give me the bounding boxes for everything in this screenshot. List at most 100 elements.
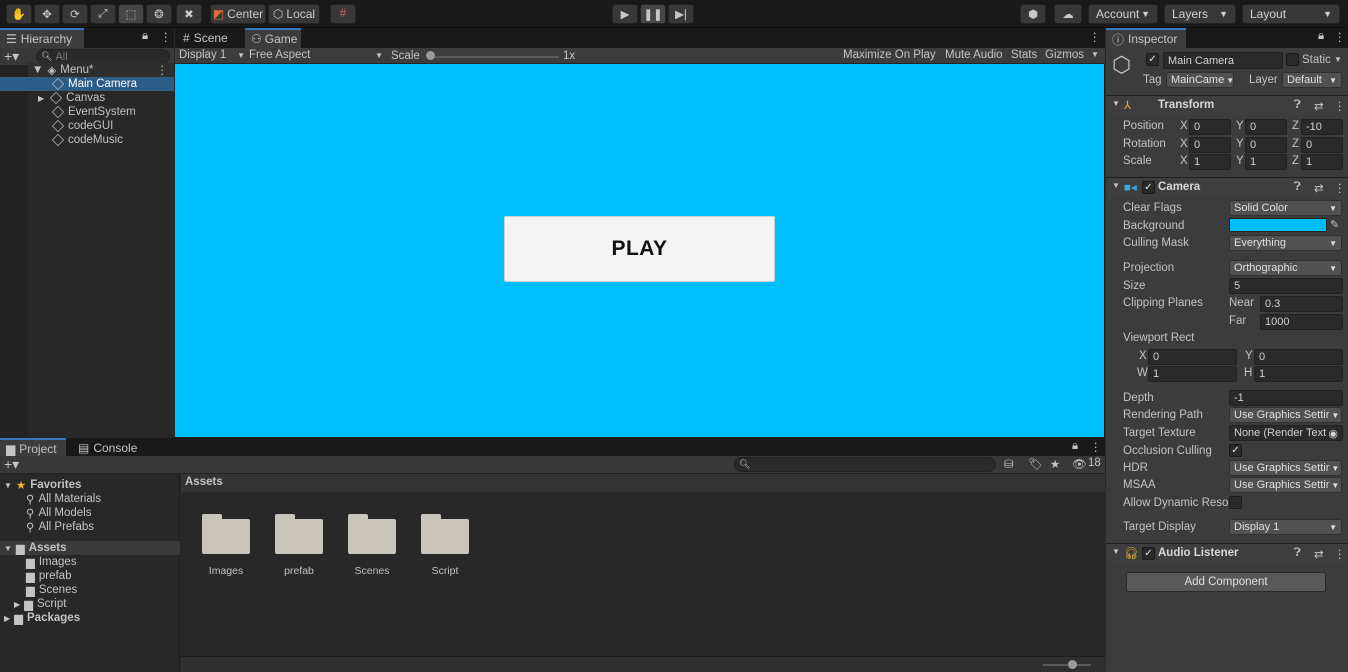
size-field[interactable]: 5	[1229, 278, 1343, 294]
gizmos-toggle[interactable]: Gizmos	[1045, 49, 1084, 61]
more-menu-icon[interactable]: ⋮	[1089, 30, 1101, 44]
help-icon[interactable]: ❓︎	[1294, 99, 1301, 112]
viewport-w-field[interactable]: 1	[1148, 366, 1237, 382]
viewport-x-field[interactable]: 0	[1148, 349, 1237, 365]
aspect-dropdown[interactable]: Free Aspect ▼	[249, 49, 383, 61]
viewport-h-field[interactable]: 1	[1254, 366, 1343, 382]
grid-folder-icon[interactable]	[421, 514, 469, 554]
collapse-arrow-icon[interactable]: ▼	[1112, 181, 1120, 190]
grid-folder-icon[interactable]	[275, 514, 323, 554]
eyedropper-icon[interactable]: ✎	[1330, 218, 1339, 231]
project-search-input[interactable]: 🔍︎	[734, 457, 996, 472]
more-menu-icon[interactable]: ⋮	[1334, 30, 1346, 44]
transform-tool-button[interactable]: ❂	[146, 4, 172, 24]
cloud-button[interactable]: ☁	[1054, 4, 1082, 24]
tab-game[interactable]: ⚇ Game	[245, 28, 301, 48]
help-icon[interactable]: ❓︎	[1294, 181, 1301, 194]
hand-tool-button[interactable]: ✋	[6, 4, 32, 24]
projection-dropdown[interactable]: Orthographic ▼	[1229, 260, 1342, 276]
packages-row[interactable]: ▶ ▆ Packages	[4, 611, 80, 625]
maximize-on-play-toggle[interactable]: Maximize On Play	[843, 49, 936, 61]
more-menu-icon[interactable]: ⋮	[1090, 440, 1102, 454]
more-menu-icon[interactable]: ⋮	[160, 30, 172, 44]
lock-icon[interactable]: 🔒︎	[1072, 440, 1078, 453]
display-dropdown[interactable]: Display 1 ▼	[179, 49, 245, 61]
game-canvas[interactable]: PLAY	[175, 64, 1104, 437]
more-menu-icon[interactable]: ⋮	[1334, 99, 1346, 113]
object-name-field[interactable]: Main Camera	[1163, 52, 1283, 69]
rotate-tool-button[interactable]: ⟳	[62, 4, 88, 24]
camera-enabled-checkbox[interactable]: ✓	[1142, 181, 1155, 194]
hierarchy-item-eventsystem[interactable]: EventSystem	[51, 105, 136, 119]
preset-icon[interactable]: ⇄	[1314, 99, 1324, 113]
scale-slider-handle[interactable]	[426, 51, 435, 60]
hierarchy-item-main-camera[interactable]: Main Camera	[0, 77, 174, 91]
favorites-row[interactable]: ▼ ★ Favorites	[4, 478, 81, 492]
hidden-packages-icon[interactable]: 👁︎	[1072, 457, 1087, 471]
stats-toggle[interactable]: Stats	[1011, 49, 1037, 61]
rotation-z-field[interactable]: 0	[1301, 137, 1343, 153]
asset-folder-item[interactable]: ▆ prefab	[26, 569, 71, 583]
more-menu-icon[interactable]: ⋮	[1334, 181, 1346, 195]
help-icon[interactable]: ❓︎	[1294, 547, 1301, 560]
grid-snap-button[interactable]: #	[330, 4, 356, 24]
icon-size-slider-track[interactable]	[1043, 664, 1091, 666]
far-field[interactable]: 1000	[1260, 314, 1343, 330]
static-checkbox[interactable]	[1286, 53, 1299, 66]
tag-dropdown[interactable]: MainCame ▼	[1166, 72, 1234, 88]
play-button[interactable]: ▶	[612, 4, 638, 24]
scene-row[interactable]: ▼ ◈ Menu* ⋮	[28, 63, 174, 77]
chevron-down-icon[interactable]: ▼	[1091, 50, 1099, 59]
filter-label-icon[interactable]: 🏷︎	[1028, 457, 1043, 471]
tab-console[interactable]: ▤ Console	[72, 438, 138, 458]
active-checkbox[interactable]: ✓	[1146, 53, 1159, 66]
layers-dropdown[interactable]: Layers ▼	[1164, 4, 1236, 24]
collab-button[interactable]: ⬢	[1020, 4, 1046, 24]
hierarchy-item-codemusic[interactable]: codeMusic	[51, 133, 123, 147]
rotation-x-field[interactable]: 0	[1189, 137, 1231, 153]
layer-dropdown[interactable]: Default ▼	[1282, 72, 1342, 88]
add-icon[interactable]: +▾	[4, 456, 19, 473]
favorite-item[interactable]: ⚲ All Models	[26, 506, 92, 520]
pause-button[interactable]: ❚❚	[640, 4, 666, 24]
dynamic-resolution-checkbox[interactable]	[1229, 496, 1242, 509]
scale-tool-button[interactable]: ⤢	[90, 4, 116, 24]
depth-field[interactable]: -1	[1229, 390, 1343, 406]
custom-tool-button[interactable]: ✖	[176, 4, 202, 24]
hierarchy-search-input[interactable]: 🔍︎ All	[36, 49, 170, 64]
scene-menu-icon[interactable]: ⋮	[157, 63, 169, 77]
camera-header[interactable]: ▼ ■◂ ✓ Camera ❓︎ ⇄ ⋮	[1106, 177, 1348, 197]
occlusion-culling-checkbox[interactable]: ✓	[1229, 444, 1242, 457]
rendering-path-dropdown[interactable]: Use Graphics Settir ▼	[1229, 407, 1342, 423]
layout-dropdown[interactable]: Layout ▼	[1242, 4, 1340, 24]
asset-folder-item[interactable]: ▶ ▆ Script	[14, 597, 66, 611]
grid-folder-icon[interactable]	[202, 514, 250, 554]
asset-folder-item[interactable]: ▆ Scenes	[26, 583, 77, 597]
scale-z-field[interactable]: 1	[1301, 154, 1343, 170]
tab-scene[interactable]: # Scene	[177, 28, 243, 48]
mute-audio-toggle[interactable]: Mute Audio	[945, 49, 1003, 61]
hdr-dropdown[interactable]: Use Graphics Settir ▼	[1229, 460, 1342, 476]
tab-inspector[interactable]: ⓘ Inspector	[1106, 28, 1186, 48]
tab-hierarchy[interactable]: ☰ Hierarchy	[0, 28, 84, 48]
hierarchy-item-canvas[interactable]: ▶ Canvas	[38, 91, 105, 105]
chevron-down-icon[interactable]: ▼	[1334, 55, 1342, 64]
breadcrumb[interactable]: Assets	[185, 476, 223, 488]
lock-icon[interactable]: 🔒︎	[142, 30, 148, 43]
assets-row[interactable]: ▼ ▆ Assets	[0, 541, 180, 555]
play-game-button[interactable]: PLAY	[504, 216, 775, 282]
add-component-button[interactable]: Add Component	[1126, 572, 1326, 592]
add-icon[interactable]: +▾	[4, 48, 19, 65]
asset-folder-item[interactable]: ▆ Images	[26, 555, 77, 569]
culling-mask-dropdown[interactable]: Everything ▼	[1229, 235, 1342, 251]
near-field[interactable]: 0.3	[1260, 296, 1343, 312]
rect-tool-button[interactable]: ⬚	[118, 4, 144, 24]
tab-project[interactable]: ▆ Project	[0, 438, 66, 458]
account-dropdown[interactable]: Account ▼	[1088, 4, 1158, 24]
hierarchy-item-codegui[interactable]: codeGUI	[51, 119, 113, 133]
msaa-dropdown[interactable]: Use Graphics Settir ▼	[1229, 477, 1342, 493]
object-picker-icon[interactable]: ◉	[1328, 427, 1338, 440]
favorite-star-icon[interactable]: ★	[1050, 457, 1060, 471]
expand-arrow-icon[interactable]: ▶	[14, 600, 20, 609]
audio-listener-checkbox[interactable]: ✓	[1142, 547, 1155, 560]
